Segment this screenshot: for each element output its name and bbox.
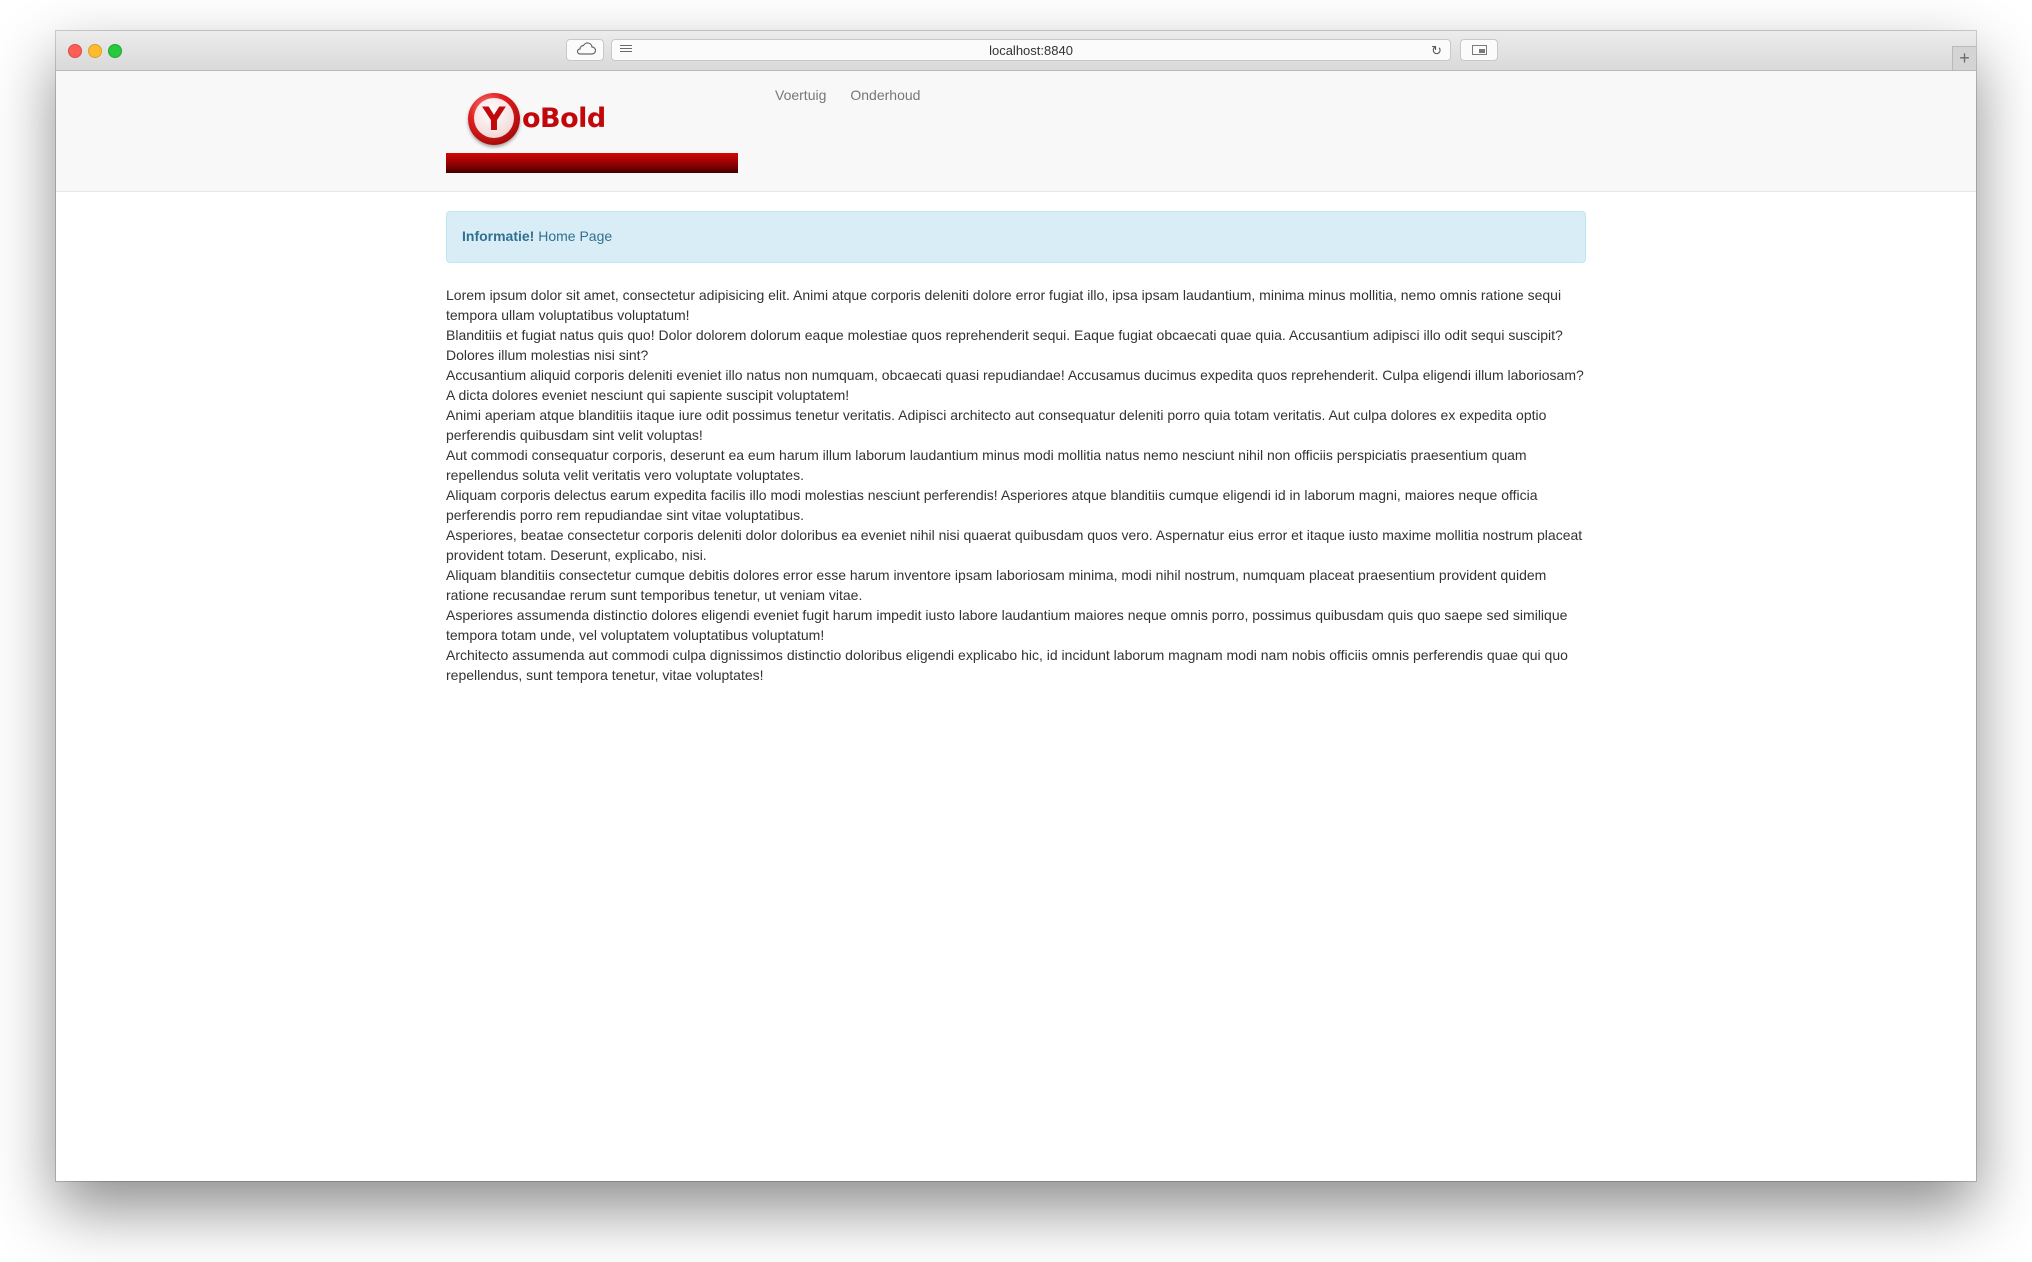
reload-icon[interactable]: ↻ — [1431, 43, 1442, 59]
logo-letter: Y — [474, 98, 514, 138]
paragraph: Asperiores, beatae consectetur corporis … — [446, 527, 1583, 563]
paragraph: Aliquam blanditiis consectetur cumque de… — [446, 567, 1547, 603]
paragraph: Blanditiis et fugiat natus quis quo! Dol… — [446, 327, 1563, 363]
desktop: localhost:8840 ↻ + Y oBold Voertuig Onde… — [0, 0, 2032, 1262]
browser-window: localhost:8840 ↻ + Y oBold Voertuig Onde… — [56, 31, 1976, 1181]
nav-menu: Voertuig Onderhoud — [775, 87, 944, 103]
brand-logo[interactable]: Y oBold — [446, 93, 741, 173]
address-bar[interactable]: localhost:8840 ↻ — [611, 39, 1451, 61]
alert-title: Informatie! — [462, 228, 535, 244]
body-text: Lorem ipsum dolor sit amet, consectetur … — [446, 285, 1586, 685]
icloud-tabs-button[interactable] — [566, 39, 604, 61]
paragraph: Animi aperiam atque blanditiis itaque iu… — [446, 407, 1547, 443]
alert-text: Home Page — [534, 228, 613, 244]
paragraph: Aut commodi consequatur corporis, deseru… — [446, 447, 1527, 483]
web-page: Y oBold Voertuig Onderhoud Informatie! H… — [56, 71, 1976, 1181]
maximize-window-button[interactable] — [108, 44, 122, 58]
paragraph: Accusantium aliquid corporis deleniti ev… — [446, 367, 1584, 403]
paragraph: Architecto assumenda aut commodi culpa d… — [446, 647, 1568, 683]
logo-text: oBold — [522, 103, 606, 134]
minimize-window-button[interactable] — [88, 44, 102, 58]
cloud-icon — [576, 42, 597, 55]
close-window-button[interactable] — [68, 44, 82, 58]
new-tab-button[interactable]: + — [1952, 46, 1976, 70]
navbar: Y oBold Voertuig Onderhoud — [56, 71, 1976, 192]
nav-item-voertuig[interactable]: Voertuig — [775, 87, 826, 103]
info-alert: Informatie! Home Page — [446, 211, 1586, 263]
nav-item-onderhoud[interactable]: Onderhoud — [850, 87, 920, 103]
browser-toolbar: localhost:8840 ↻ + — [56, 31, 1976, 71]
logo-ball-icon: Y — [468, 93, 520, 145]
picture-in-picture-button[interactable] — [1460, 39, 1498, 61]
paragraph: Asperiores assumenda distinctio dolores … — [446, 607, 1568, 643]
paragraph: Lorem ipsum dolor sit amet, consectetur … — [446, 287, 1562, 323]
logo-underline-bar — [446, 153, 738, 173]
url-text: localhost:8840 — [989, 43, 1073, 58]
picture-in-picture-icon — [1472, 45, 1487, 55]
main-content: Informatie! Home Page Lorem ipsum dolor … — [446, 211, 1586, 685]
paragraph: Aliquam corporis delectus earum expedita… — [446, 487, 1538, 523]
